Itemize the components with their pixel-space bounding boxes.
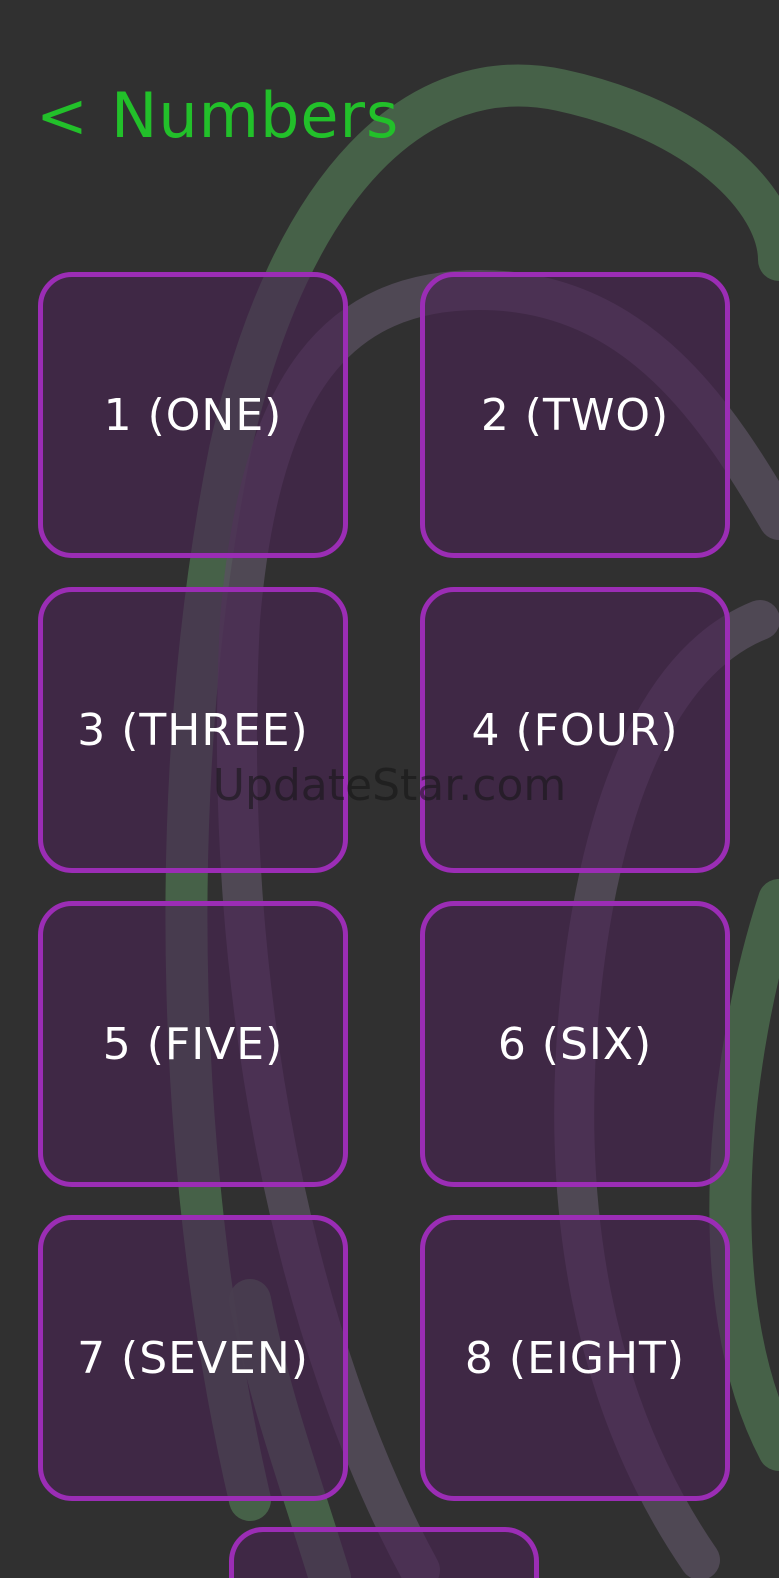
number-tile-one[interactable]: 1 (ONE): [38, 272, 348, 558]
tile-label: 3 (THREE): [77, 704, 309, 756]
number-tile-seven[interactable]: 7 (SEVEN): [38, 1215, 348, 1501]
tile-label: 1 (ONE): [103, 389, 283, 441]
number-grid: 1 (ONE) 2 (TWO) 3 (THREE) 4 (FOUR) 5 (FI…: [0, 0, 779, 1578]
number-tile-three[interactable]: 3 (THREE): [38, 587, 348, 873]
tile-label: 4 (FOUR): [471, 704, 679, 756]
number-tile-five[interactable]: 5 (FIVE): [38, 901, 348, 1187]
tile-label: 6 (SIX): [497, 1018, 653, 1070]
tile-label: 8 (EIGHT): [464, 1332, 686, 1384]
tile-label: 5 (FIVE): [102, 1018, 284, 1070]
number-tile-eight[interactable]: 8 (EIGHT): [420, 1215, 730, 1501]
tile-label: 2 (TWO): [480, 389, 670, 441]
number-tile-six[interactable]: 6 (SIX): [420, 901, 730, 1187]
tile-label: 7 (SEVEN): [77, 1332, 309, 1384]
number-tile-two[interactable]: 2 (TWO): [420, 272, 730, 558]
number-tile-nine-partial[interactable]: [229, 1527, 539, 1578]
number-tile-four[interactable]: 4 (FOUR): [420, 587, 730, 873]
